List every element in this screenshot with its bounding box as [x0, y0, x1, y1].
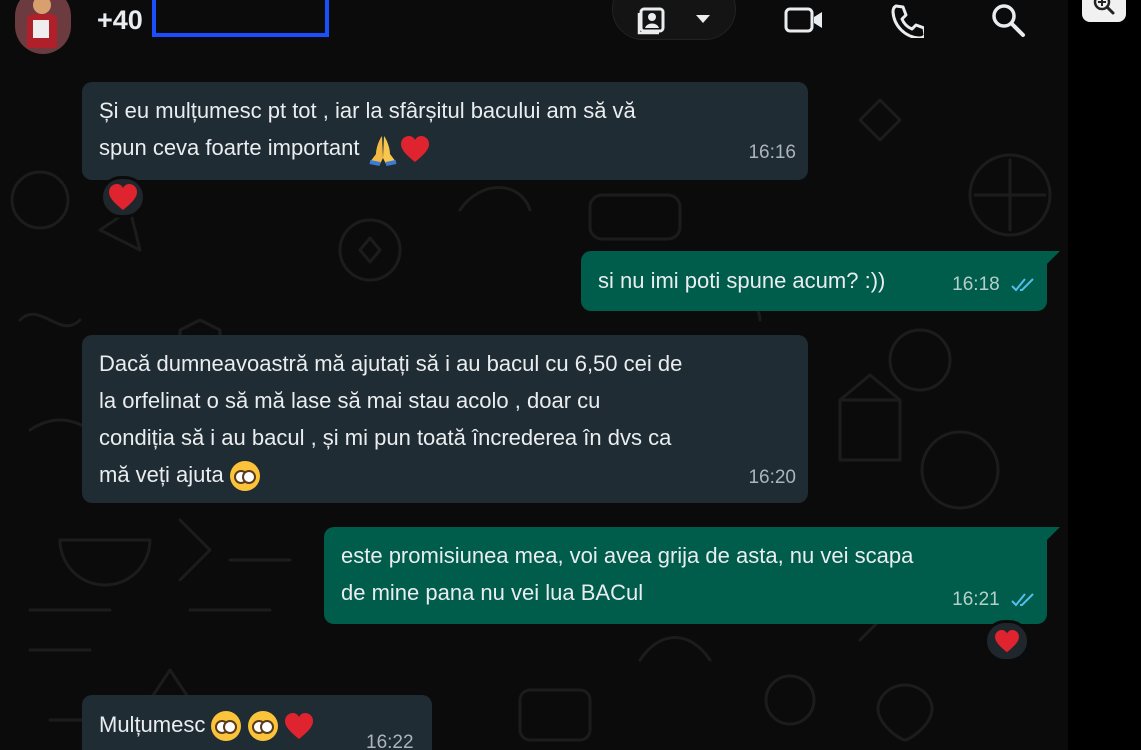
message-text: este promisiunea mea, voi avea grija de … — [341, 543, 914, 605]
zoom-icon[interactable] — [1082, 0, 1126, 22]
message-text: Mulțumesc — [99, 706, 314, 743]
chat-header: +40 — [0, 0, 1068, 54]
message-time: 16:22 — [366, 732, 414, 750]
read-ticks-icon — [1011, 278, 1034, 292]
folded-hands-emoji — [369, 136, 397, 167]
message-bubble-incoming[interactable]: Dacă dumneavoastră mă ajutați să i au ba… — [82, 335, 808, 503]
red-heart-emoji — [400, 135, 429, 162]
message-text: Dacă dumneavoastră mă ajutați să i au ba… — [99, 345, 682, 493]
chevron-down-icon[interactable] — [690, 0, 716, 40]
message-bubble-outgoing[interactable]: si nu imi poti spune acum? :)) 16:18 — [581, 251, 1047, 311]
message-reaction[interactable] — [100, 176, 146, 218]
message-time: 16:20 — [748, 467, 796, 488]
message-bubble-incoming[interactable]: Și eu mulțumesc pt tot , iar la sfârșitu… — [82, 82, 808, 180]
pleading-face-emoji — [229, 461, 260, 492]
message-time-status: 16:18 — [952, 266, 1035, 303]
contact-menu-pill[interactable] — [612, 0, 736, 40]
message-time: 16:16 — [748, 142, 796, 163]
red-heart-emoji — [995, 629, 1019, 652]
video-call-icon[interactable] — [782, 0, 826, 40]
message-time-status: 16:21 — [952, 581, 1035, 618]
contact-card-icon[interactable] — [632, 0, 672, 40]
avatar[interactable] — [15, 0, 71, 54]
red-heart-emoji — [109, 183, 137, 210]
chat-screen: +40 Și eu mulțumesc pt tot , iar la sfâr… — [0, 0, 1068, 750]
search-icon[interactable] — [986, 0, 1030, 40]
contact-name[interactable]: +40 — [97, 5, 143, 36]
red-heart-emoji — [284, 712, 313, 739]
message-reaction[interactable] — [984, 620, 1030, 662]
pleading-face-emoji — [247, 711, 278, 742]
message-text: Și eu mulțumesc pt tot , iar la sfârșitu… — [99, 92, 636, 167]
phone-icon[interactable] — [884, 0, 928, 40]
read-ticks-icon — [1011, 593, 1034, 607]
bubble-tail — [1046, 527, 1060, 541]
redaction-box — [152, 0, 329, 37]
bubble-tail — [1046, 251, 1060, 265]
message-text: si nu imi poti spune acum? :)) — [598, 268, 886, 293]
pleading-face-emoji — [211, 711, 242, 742]
message-bubble-incoming[interactable]: Mulțumesc 16:22 — [82, 695, 432, 750]
message-bubble-outgoing[interactable]: este promisiunea mea, voi avea grija de … — [324, 527, 1047, 624]
